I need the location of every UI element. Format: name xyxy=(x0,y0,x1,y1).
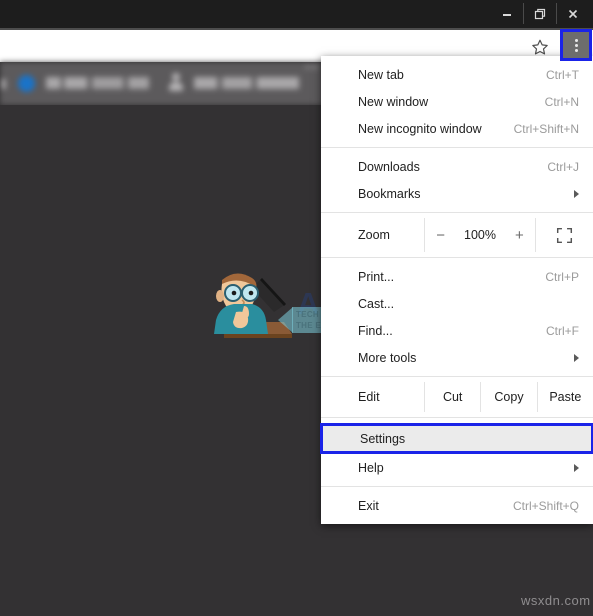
menu-item-new-incognito-window[interactable]: New incognito window Ctrl+Shift+N xyxy=(321,115,593,142)
menu-item-find[interactable]: Find... Ctrl+F xyxy=(321,317,593,344)
menu-item-help[interactable]: Help xyxy=(321,454,593,481)
menu-zoom-row: Zoom − 100% + xyxy=(321,218,593,252)
menu-item-shortcut: Ctrl+P xyxy=(545,269,579,284)
menu-item-label: New incognito window xyxy=(358,121,482,136)
menu-item-bookmarks[interactable]: Bookmarks xyxy=(321,180,593,207)
menu-item-label: Bookmarks xyxy=(358,186,421,201)
person-icon xyxy=(168,73,184,93)
menu-item-label: New window xyxy=(358,94,429,109)
restore-button[interactable] xyxy=(523,3,556,24)
menu-item-label: Find... xyxy=(358,323,393,338)
chrome-menu-button[interactable] xyxy=(563,32,589,58)
menu-item-print[interactable]: Print... Ctrl+P xyxy=(321,263,593,290)
blurred-label-2 xyxy=(194,77,299,89)
menu-separator xyxy=(321,486,593,487)
chevron-right-icon xyxy=(574,189,579,198)
fullscreen-icon xyxy=(556,227,573,243)
fullscreen-button[interactable] xyxy=(536,218,593,252)
bookmark-star-icon[interactable] xyxy=(531,38,549,56)
menu-item-new-window[interactable]: New window Ctrl+N xyxy=(321,88,593,115)
chevron-right-icon xyxy=(574,353,579,362)
menu-item-label: New tab xyxy=(358,67,404,82)
menu-item-shortcut: Ctrl+F xyxy=(546,323,579,338)
zoom-label: Zoom xyxy=(358,228,390,242)
menu-item-label: Downloads xyxy=(358,159,420,174)
menu-separator xyxy=(321,147,593,148)
menu-item-shortcut: Ctrl+J xyxy=(547,159,579,174)
menu-item-settings[interactable]: Settings xyxy=(323,426,591,451)
menu-item-shortcut: Ctrl+N xyxy=(544,94,579,109)
chrome-main-menu: New tab Ctrl+T New window Ctrl+N New inc… xyxy=(320,56,593,524)
minimize-icon xyxy=(503,13,511,16)
menu-item-new-tab[interactable]: New tab Ctrl+T xyxy=(321,61,593,88)
menu-separator xyxy=(321,212,593,213)
chevron-right-icon xyxy=(574,463,579,472)
menu-item-exit[interactable]: Exit Ctrl+Shift+Q xyxy=(321,492,593,519)
blurred-label-1 xyxy=(46,77,149,89)
menu-item-shortcut: Ctrl+Shift+Q xyxy=(512,498,579,513)
site-watermark-text: wsxdn.com xyxy=(521,593,591,608)
menu-item-label: Settings xyxy=(360,431,406,446)
zoom-in-button[interactable]: + xyxy=(515,227,524,244)
zoom-level-value: 100% xyxy=(464,228,496,242)
menu-item-more-tools[interactable]: More tools xyxy=(321,344,593,371)
menu-separator xyxy=(321,376,593,377)
menu-item-cast[interactable]: Cast... xyxy=(321,290,593,317)
blurred-scroll-tick xyxy=(304,66,320,68)
edit-cut-button[interactable]: Cut xyxy=(424,382,480,412)
menu-edit-row: Edit Cut Copy Paste xyxy=(321,382,593,412)
menu-item-label: Help xyxy=(358,460,384,475)
menu-item-label: More tools xyxy=(358,350,417,365)
menu-item-shortcut: Ctrl+T xyxy=(546,67,579,82)
menu-item-shortcut: Ctrl+Shift+N xyxy=(513,121,579,136)
edit-label: Edit xyxy=(358,390,380,404)
menu-item-downloads[interactable]: Downloads Ctrl+J xyxy=(321,153,593,180)
zoom-out-button[interactable]: − xyxy=(436,227,445,244)
window-title-bar xyxy=(0,0,593,28)
menu-item-label: Exit xyxy=(358,498,379,513)
blurred-bookmarks-strip xyxy=(0,62,324,105)
zoom-controls: − 100% + xyxy=(424,218,536,252)
blurred-item-edge xyxy=(1,79,6,89)
close-icon xyxy=(568,9,578,18)
blurred-favicon-icon xyxy=(18,75,35,92)
three-dot-menu-icon xyxy=(574,38,578,42)
edit-paste-button[interactable]: Paste xyxy=(536,382,593,412)
edit-copy-button[interactable]: Copy xyxy=(480,382,536,412)
menu-separator xyxy=(321,417,593,418)
window-controls xyxy=(491,3,589,24)
menu-separator xyxy=(321,257,593,258)
minimize-button[interactable] xyxy=(491,3,523,24)
close-button[interactable] xyxy=(556,3,589,24)
menu-item-label: Cast... xyxy=(358,296,395,311)
browser-window-screenshot: APPUALS TECH HOW-TO'S FROM THE EXPERTS! … xyxy=(0,0,593,616)
restore-icon xyxy=(534,8,546,19)
chrome-menu-button-highlight xyxy=(560,29,592,61)
settings-highlight-box: Settings xyxy=(320,423,593,454)
menu-item-label: Print... xyxy=(358,269,395,284)
